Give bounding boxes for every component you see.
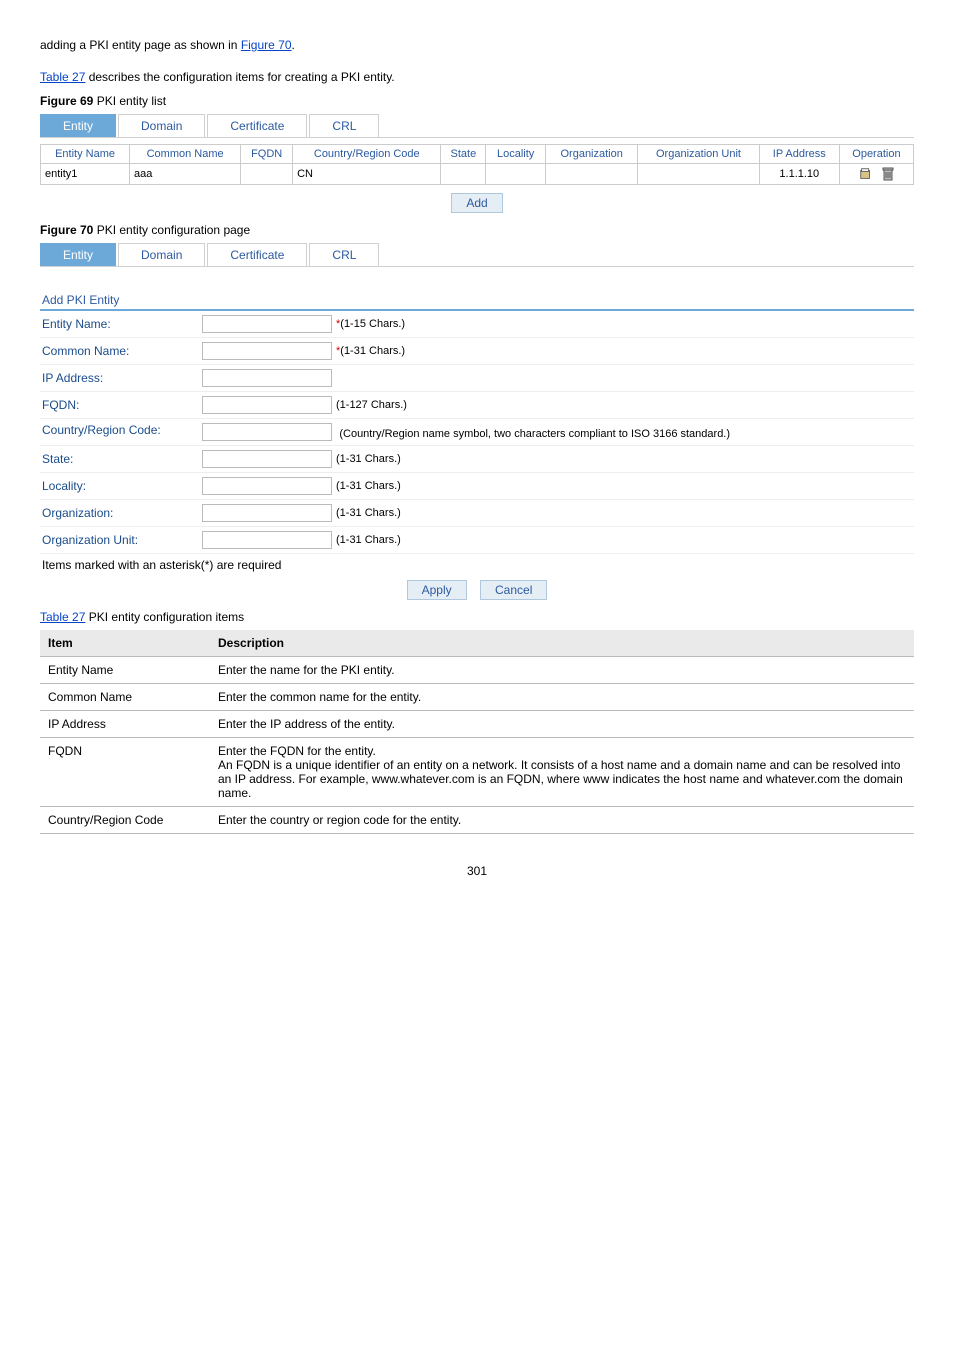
tab-certificate-2[interactable]: Certificate (207, 243, 307, 266)
tab-crl-2[interactable]: CRL (309, 243, 379, 266)
row-org-unit: Organization Unit: (1-31 Chars.) (40, 527, 914, 554)
input-entity-name[interactable] (202, 315, 332, 333)
label-fqdn: FQDN: (42, 398, 202, 412)
tab-domain[interactable]: Domain (118, 114, 205, 137)
label-entity-name: Entity Name: (42, 317, 202, 331)
col-ip: IP Address (759, 145, 839, 164)
page-number: 301 (40, 864, 914, 878)
figure69-caption: Figure 69 PKI entity list (40, 94, 914, 108)
figure69: Entity Domain Certificate CRL Entity Nam… (40, 114, 914, 213)
cell-country: CN (293, 164, 441, 185)
config-row: Entity Name Enter the name for the PKI e… (40, 657, 914, 684)
row-locality: Locality: (1-31 Chars.) (40, 473, 914, 500)
row-state: State: (1-31 Chars.) (40, 446, 914, 473)
tab-entity[interactable]: Entity (40, 114, 116, 137)
tabbar: Entity Domain Certificate CRL (40, 114, 914, 138)
col-operation: Operation (839, 145, 913, 164)
cfg-item: Common Name (40, 684, 210, 711)
input-fqdn[interactable] (202, 396, 332, 414)
cfg-item: IP Address (40, 711, 210, 738)
label-country: Country/Region Code: (42, 423, 202, 437)
cfg-desc: Enter the common name for the entity. (210, 684, 914, 711)
row-country: Country/Region Code: (Country/Region nam… (40, 419, 914, 446)
cfg-desc: Enter the IP address of the entity. (210, 711, 914, 738)
col-fqdn: FQDN (241, 145, 293, 164)
cfg-item: Entity Name (40, 657, 210, 684)
col-item: Item (40, 630, 210, 657)
apply-button[interactable]: Apply (407, 580, 467, 600)
config-row: IP Address Enter the IP address of the e… (40, 711, 914, 738)
col-state: State (441, 145, 486, 164)
col-common-name: Common Name (130, 145, 241, 164)
config-header-row: Item Description (40, 630, 914, 657)
input-common-name[interactable] (202, 342, 332, 360)
col-desc: Description (210, 630, 914, 657)
config-table: Item Description Entity Name Enter the n… (40, 630, 914, 834)
config-row: Country/Region Code Enter the country or… (40, 807, 914, 834)
cell-operation (839, 164, 913, 185)
tab-certificate[interactable]: Certificate (207, 114, 307, 137)
required-note: Items marked with an asterisk(*) are req… (42, 558, 914, 572)
cell-org (546, 164, 638, 185)
tab-entity-2[interactable]: Entity (40, 243, 116, 266)
tab-domain-2[interactable]: Domain (118, 243, 205, 266)
cell-ip: 1.1.1.10 (759, 164, 839, 185)
table27-link[interactable]: Table 27 (40, 70, 85, 84)
cfg-desc: Enter the country or region code for the… (210, 807, 914, 834)
col-org-unit: Organization Unit (638, 145, 759, 164)
label-ip: IP Address: (42, 371, 202, 385)
col-country: Country/Region Code (293, 145, 441, 164)
col-entity-name: Entity Name (41, 145, 130, 164)
tab-crl[interactable]: CRL (309, 114, 379, 137)
col-locality: Locality (486, 145, 546, 164)
trash-icon[interactable] (882, 168, 894, 180)
config-row: FQDN Enter the FQDN for the entity. An F… (40, 738, 914, 807)
cell-org-unit (638, 164, 759, 185)
intro-paragraph: adding a PKI entity page as shown in Fig… (40, 38, 914, 52)
figure70: Entity Domain Certificate CRL Add PKI En… (40, 243, 914, 600)
input-state[interactable] (202, 450, 332, 468)
add-button[interactable]: Add (451, 193, 502, 213)
table27-intro: Table 27 describes the configuration ite… (40, 70, 914, 84)
form-title: Add PKI Entity (40, 287, 914, 311)
cell-fqdn (241, 164, 293, 185)
cell-common-name: aaa (130, 164, 241, 185)
table-row: entity1 aaa CN 1.1.1.10 (41, 164, 914, 185)
row-org: Organization: (1-31 Chars.) (40, 500, 914, 527)
cfg-item: Country/Region Code (40, 807, 210, 834)
input-locality[interactable] (202, 477, 332, 495)
cfg-desc: Enter the FQDN for the entity. An FQDN i… (210, 738, 914, 807)
tabbar-2: Entity Domain Certificate CRL (40, 243, 914, 267)
table27-caption: Table 27 PKI entity configuration items (40, 610, 914, 624)
label-state: State: (42, 452, 202, 466)
row-ip: IP Address: (40, 365, 914, 392)
label-locality: Locality: (42, 479, 202, 493)
cell-state (441, 164, 486, 185)
row-common-name: Common Name: *(1-31 Chars.) (40, 338, 914, 365)
edit-icon[interactable] (859, 168, 876, 180)
col-organization: Organization (546, 145, 638, 164)
cell-locality (486, 164, 546, 185)
input-org-unit[interactable] (202, 531, 332, 549)
table27-label[interactable]: Table 27 (40, 610, 85, 624)
figure70-link[interactable]: Figure 70 (241, 38, 292, 52)
entity-table: Entity Name Common Name FQDN Country/Reg… (40, 144, 914, 185)
label-common-name: Common Name: (42, 344, 202, 358)
figure70-caption: Figure 70 PKI entity configuration page (40, 223, 914, 237)
input-country[interactable] (202, 423, 332, 441)
table-header-row: Entity Name Common Name FQDN Country/Reg… (41, 145, 914, 164)
cfg-desc: Enter the name for the PKI entity. (210, 657, 914, 684)
label-org-unit: Organization Unit: (42, 533, 202, 547)
row-entity-name: Entity Name: *(1-15 Chars.) (40, 311, 914, 338)
input-org[interactable] (202, 504, 332, 522)
cfg-item: FQDN (40, 738, 210, 807)
input-ip[interactable] (202, 369, 332, 387)
cancel-button[interactable]: Cancel (480, 580, 547, 600)
cell-entity-name: entity1 (41, 164, 130, 185)
row-fqdn: FQDN: (1-127 Chars.) (40, 392, 914, 419)
config-row: Common Name Enter the common name for th… (40, 684, 914, 711)
label-org: Organization: (42, 506, 202, 520)
